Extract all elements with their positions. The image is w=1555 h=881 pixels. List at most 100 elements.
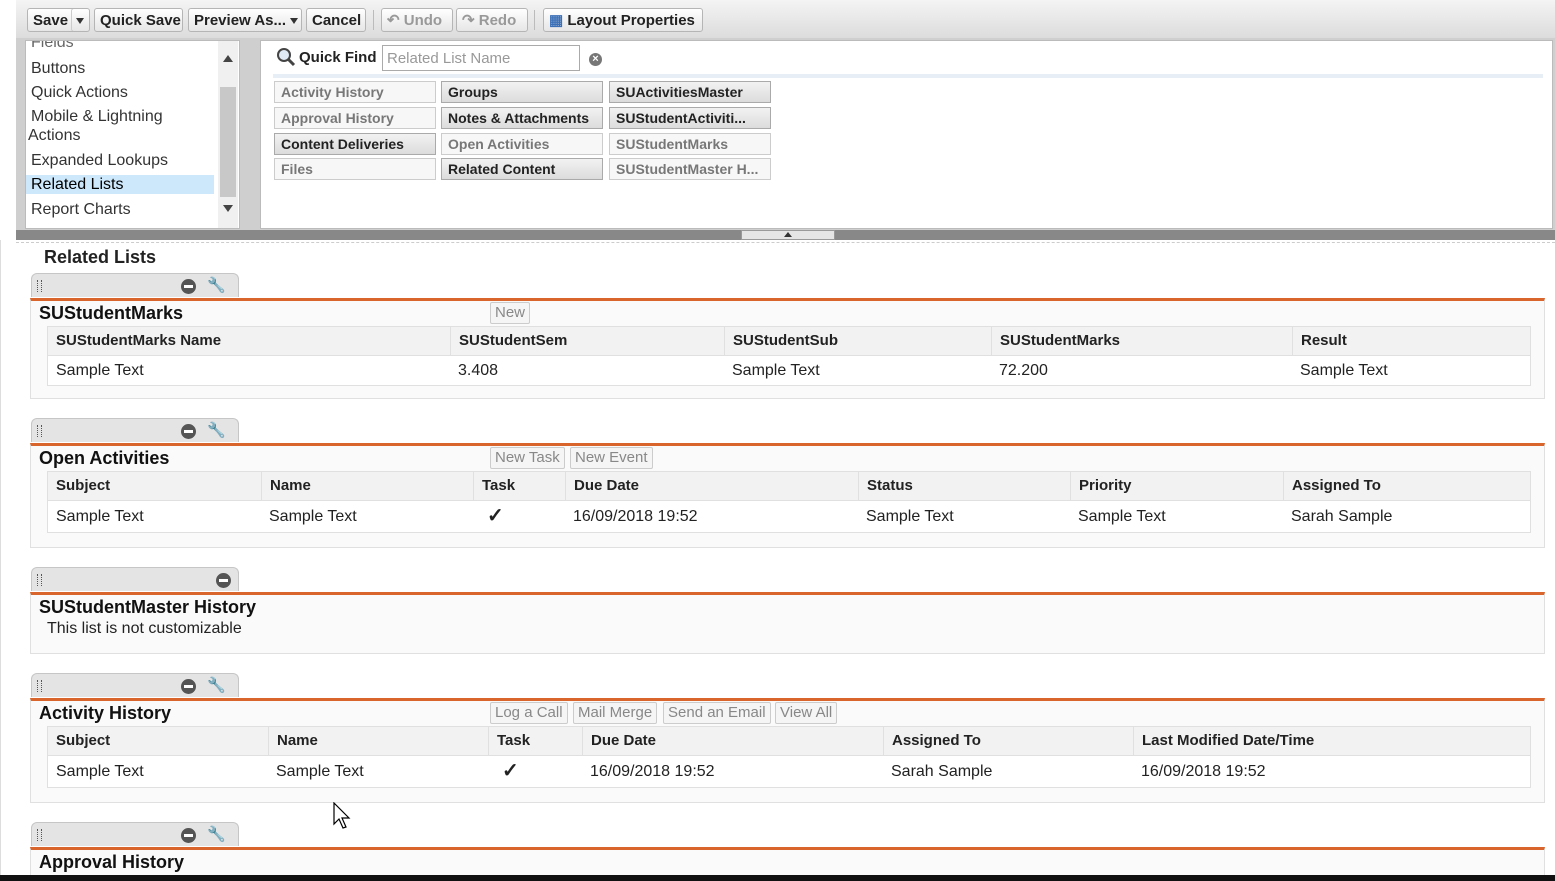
- drag-grip-icon[interactable]: [37, 574, 42, 586]
- remove-icon[interactable]: [181, 679, 196, 694]
- palette-category-list: Fields Buttons Quick Actions Mobile & Li…: [25, 40, 240, 229]
- section-drag-handle[interactable]: 🔧: [31, 273, 239, 297]
- column-header: Task: [488, 727, 582, 755]
- category-mobile-lightning-actions[interactable]: Mobile & Lightning Actions: [26, 107, 214, 145]
- column-header: Status: [858, 472, 1070, 500]
- redo-icon: ↷: [462, 12, 475, 29]
- column-header: Priority: [1070, 472, 1283, 500]
- scroll-up-icon[interactable]: [223, 55, 233, 62]
- drag-grip-icon[interactable]: [37, 829, 42, 841]
- scroll-thumb[interactable]: [220, 87, 236, 197]
- category-related-lists[interactable]: Related Lists: [26, 175, 214, 194]
- chevron-up-icon: [784, 232, 792, 237]
- bottom-edge: [0, 875, 1555, 881]
- category-mobile-line1: Mobile & Lightning: [31, 108, 163, 125]
- table-header: SUStudentMarks Name SUStudentSem SUStude…: [48, 327, 1530, 356]
- palette-item-files[interactable]: Files: [274, 158, 436, 180]
- left-margin: [0, 0, 16, 240]
- table-cell: Sample Text: [276, 763, 364, 780]
- palette-item-activity-history[interactable]: Activity History: [274, 81, 436, 103]
- log-a-call-button[interactable]: Log a Call: [490, 702, 568, 724]
- category-quick-actions[interactable]: Quick Actions: [26, 83, 214, 102]
- section-title: Approval History: [39, 852, 185, 872]
- palette-item-groups[interactable]: Groups: [441, 81, 603, 103]
- palette-item-sustudentmarks[interactable]: SUStudentMarks: [609, 133, 771, 155]
- remove-icon[interactable]: [181, 279, 196, 294]
- collapse-handle[interactable]: [741, 230, 835, 240]
- wrench-icon[interactable]: 🔧: [207, 678, 226, 694]
- palette-item-notes-attachments[interactable]: Notes & Attachments: [441, 107, 603, 129]
- palette-item-sustudentmaster-history[interactable]: SUStudentMaster H...: [609, 158, 771, 180]
- quick-find-input[interactable]: [382, 45, 580, 71]
- undo-button[interactable]: ↶ Undo: [381, 8, 453, 32]
- table-header: Subject Name Task Due Date Assigned To L…: [48, 727, 1530, 756]
- related-list-approval-history: 🔧 Approval History: [30, 822, 1545, 875]
- redo-label: Redo: [478, 12, 517, 29]
- layout-properties-button[interactable]: ▦ Layout Properties: [543, 8, 703, 32]
- palette-item-related-content[interactable]: Related Content: [441, 158, 603, 180]
- chevron-down-icon: [76, 18, 84, 25]
- page-title: Related Lists: [44, 247, 157, 267]
- palette-item-approval-history[interactable]: Approval History: [274, 107, 436, 129]
- section-drag-handle[interactable]: 🔧: [31, 822, 239, 846]
- scroll-down-icon[interactable]: [223, 205, 233, 212]
- category-fields-partial[interactable]: Fields: [26, 41, 214, 52]
- column-header: SUStudentMarks Name: [56, 332, 222, 349]
- drag-grip-icon[interactable]: [37, 425, 42, 437]
- table-cell: 16/09/2018 19:52: [1141, 763, 1266, 780]
- related-list-table: Subject Name Task Due Date Status Priori…: [47, 471, 1531, 533]
- preview-as-button[interactable]: Preview As...: [188, 8, 302, 32]
- category-report-charts[interactable]: Report Charts: [26, 200, 214, 219]
- category-scrollbar[interactable]: [218, 41, 238, 228]
- section-body: Approval History: [30, 847, 1545, 875]
- related-list-sustudentmarks: 🔧 SUStudentMarks New SUStudentMarks Name…: [30, 273, 1545, 399]
- redo-button[interactable]: ↷ Redo: [456, 8, 528, 32]
- palette-item-suactivitiesmaster[interactable]: SUActivitiesMaster: [609, 81, 771, 103]
- checkmark-icon: ✓: [487, 505, 504, 527]
- new-task-button[interactable]: New Task: [490, 447, 565, 469]
- send-email-button[interactable]: Send an Email: [663, 702, 771, 724]
- related-list-open-activities: 🔧 Open Activities New Task New Event Sub…: [30, 418, 1545, 550]
- new-button[interactable]: New: [490, 302, 531, 324]
- table-cell: Sample Text: [269, 508, 357, 525]
- section-body: SUStudentMaster History This list is not…: [30, 592, 1545, 654]
- table-cell: Sample Text: [56, 362, 144, 379]
- wrench-icon[interactable]: 🔧: [207, 827, 226, 843]
- column-header: Assigned To: [1283, 472, 1530, 500]
- clear-icon[interactable]: ×: [589, 53, 602, 66]
- quick-save-button[interactable]: Quick Save: [94, 8, 183, 32]
- section-drag-handle[interactable]: 🔧: [31, 673, 239, 697]
- cancel-button[interactable]: Cancel: [306, 8, 366, 32]
- column-header: Name: [268, 727, 488, 755]
- table-header: Subject Name Task Due Date Status Priori…: [48, 472, 1530, 501]
- table-cell: Sample Text: [1300, 362, 1388, 379]
- save-dropdown-button[interactable]: [71, 8, 90, 32]
- section-title: SUStudentMarks: [39, 303, 184, 323]
- remove-icon[interactable]: [216, 573, 231, 588]
- mail-merge-button[interactable]: Mail Merge: [573, 702, 658, 724]
- palette-item-open-activities[interactable]: Open Activities: [441, 133, 603, 155]
- section-drag-handle[interactable]: [31, 567, 239, 591]
- palette-splitter[interactable]: [16, 230, 1555, 240]
- remove-icon[interactable]: [181, 424, 196, 439]
- table-row: Sample Text Sample Text ✓ 16/09/2018 19:…: [48, 756, 1530, 787]
- section-drag-handle[interactable]: 🔧: [31, 418, 239, 442]
- category-expanded-lookups[interactable]: Expanded Lookups: [26, 151, 214, 170]
- save-label: Save: [33, 12, 69, 29]
- new-event-button[interactable]: New Event: [570, 447, 653, 469]
- wrench-icon[interactable]: 🔧: [207, 423, 226, 439]
- category-buttons[interactable]: Buttons: [26, 59, 214, 78]
- left-divider: [0, 240, 1, 881]
- palette-items-area: Quick Find × Activity History Approval H…: [260, 40, 1553, 229]
- wrench-icon[interactable]: 🔧: [207, 278, 226, 294]
- section-body: Open Activities New Task New Event Subje…: [30, 443, 1545, 548]
- view-all-button[interactable]: View All: [775, 702, 838, 724]
- drag-grip-icon[interactable]: [37, 280, 42, 292]
- palette-item-content-deliveries[interactable]: Content Deliveries: [274, 133, 436, 155]
- palette-item-sustudentactivities[interactable]: SUStudentActiviti...: [609, 107, 771, 129]
- remove-icon[interactable]: [181, 828, 196, 843]
- drag-grip-icon[interactable]: [37, 680, 42, 692]
- preview-as-label: Preview As...: [194, 12, 286, 29]
- table-row: Sample Text Sample Text ✓ 16/09/2018 19:…: [48, 501, 1530, 532]
- column-header: Subject: [56, 477, 111, 494]
